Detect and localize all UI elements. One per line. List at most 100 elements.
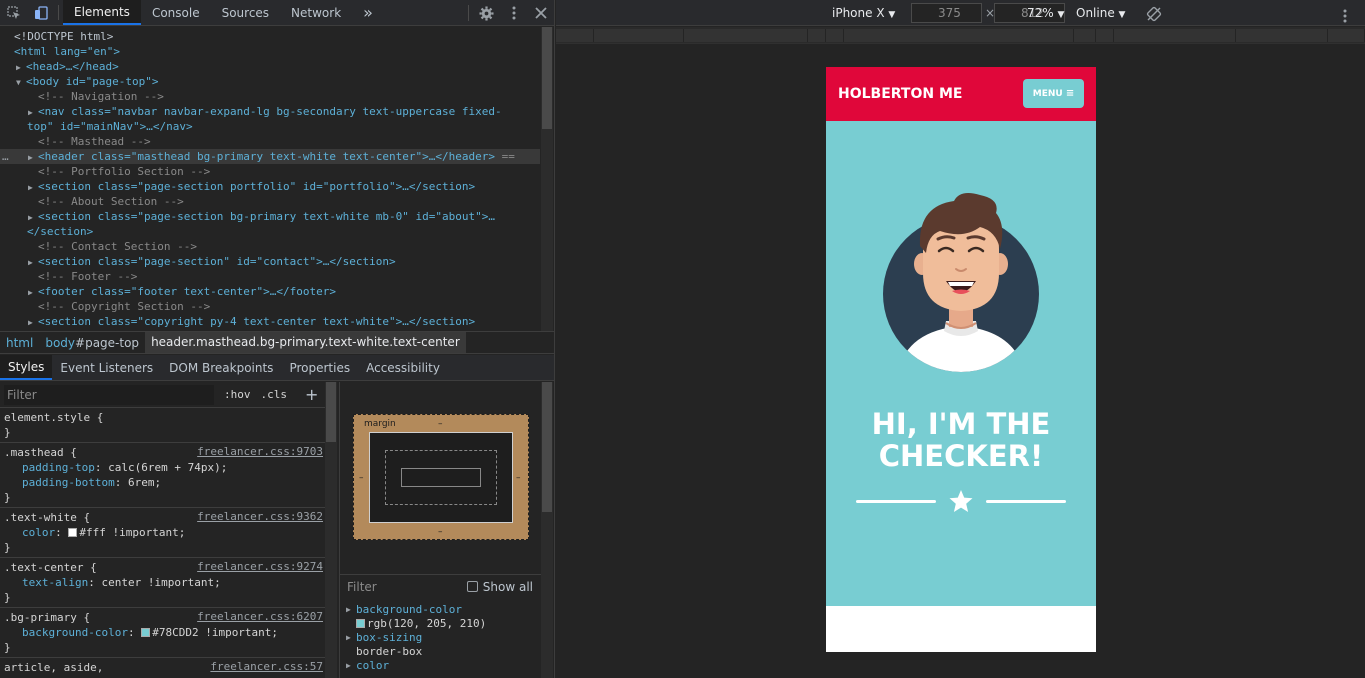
color-swatch[interactable] — [68, 528, 78, 537]
dom-node-portfolio[interactable]: ▶ <section class="page-section portfolio"… — [0, 179, 540, 194]
expand-triangle-icon[interactable]: ▶ — [28, 180, 38, 195]
settings-gear-icon[interactable] — [473, 0, 500, 26]
ruler-segment[interactable] — [808, 29, 826, 42]
ruler-segment[interactable] — [556, 29, 594, 42]
dom-comment[interactable]: <!-- Contact Section --> — [0, 239, 540, 254]
dom-node-nav-cont[interactable]: top" id="mainNav">…</nav> — [0, 119, 540, 134]
dom-comment[interactable]: <!-- Copyright Section --> — [0, 299, 540, 314]
expand-triangle-icon[interactable]: ▶ — [346, 631, 351, 645]
tab-console[interactable]: Console — [141, 0, 211, 25]
kebab-menu-icon[interactable] — [1343, 6, 1347, 23]
class-toggle[interactable]: .cls — [261, 388, 288, 401]
rule-source-link[interactable]: freelancer.css:57 — [210, 660, 323, 673]
kebab-menu-icon[interactable] — [500, 0, 527, 26]
border-box[interactable] — [369, 432, 513, 523]
dom-node-about-close[interactable]: </section> — [0, 224, 540, 239]
dom-node-body[interactable]: ▼ <body id="page-top"> — [0, 74, 540, 89]
dom-comment[interactable]: <!-- Masthead --> — [0, 134, 540, 149]
add-rule-icon[interactable]: + — [305, 385, 318, 404]
scrollbar-thumb[interactable] — [542, 27, 552, 129]
breadcrumb-header[interactable]: header.masthead.bg-primary.text-white.te… — [145, 332, 466, 353]
rule-declaration[interactable]: padding-top: calc(6rem + 74px); — [4, 460, 321, 475]
tab-accessibility[interactable]: Accessibility — [358, 355, 448, 380]
styles-filter-input[interactable]: Filter — [4, 384, 214, 405]
tab-network[interactable]: Network — [280, 0, 352, 25]
tab-event-listeners[interactable]: Event Listeners — [52, 355, 161, 380]
tab-dom-breakpoints[interactable]: DOM Breakpoints — [161, 355, 281, 380]
dom-node-html[interactable]: <html lang="en"> — [0, 44, 540, 59]
margin-left-value[interactable]: – — [359, 473, 364, 483]
expand-triangle-icon[interactable]: ▶ — [28, 255, 38, 270]
close-icon[interactable] — [527, 0, 554, 26]
color-swatch[interactable] — [141, 628, 151, 637]
styles-scrollbar[interactable] — [325, 382, 337, 678]
breadcrumb-html[interactable]: html — [0, 336, 39, 350]
ruler-segment[interactable] — [1236, 29, 1328, 42]
ruler-segment[interactable] — [1074, 29, 1096, 42]
breadcrumb-body[interactable]: body#page-top — [39, 336, 145, 350]
media-query-ruler[interactable] — [556, 27, 1365, 44]
color-swatch[interactable] — [356, 619, 365, 628]
expand-triangle-icon[interactable]: ▶ — [28, 150, 38, 165]
scrollbar-thumb[interactable] — [542, 382, 552, 512]
rule-source-link[interactable]: freelancer.css:6207 — [197, 610, 323, 623]
node-actions-icon[interactable]: … — [2, 149, 9, 164]
rule-source-link[interactable]: freelancer.css:9274 — [197, 560, 323, 573]
style-rule-element[interactable]: element.style { } — [0, 408, 325, 443]
zoom-select[interactable]: 72% ▼ — [1027, 0, 1064, 26]
box-model-diagram[interactable]: margin – – – – — [353, 414, 529, 540]
rule-declaration[interactable]: background-color: #78CDD2 !important; — [4, 625, 321, 640]
rule-declaration[interactable]: color: #fff !important; — [4, 525, 321, 540]
site-brand[interactable]: HOLBERTON ME — [838, 86, 962, 102]
network-throttle-select[interactable]: Online ▼ — [1076, 0, 1125, 26]
dom-node-copyright[interactable]: ▶ <section class="copyright py-4 text-cen… — [0, 314, 540, 329]
dom-node-header-selected[interactable]: … ▶ <header class="masthead bg-primary tex… — [0, 149, 540, 164]
menu-button[interactable]: MENU ≡ — [1023, 79, 1084, 108]
ruler-segment[interactable] — [1114, 29, 1236, 42]
dom-comment[interactable]: <!-- Navigation --> — [0, 89, 540, 104]
dom-node-footer[interactable]: ▶ <footer class="footer text-center">…</f… — [0, 284, 540, 299]
content-box[interactable] — [401, 468, 481, 487]
expand-triangle-icon[interactable]: ▶ — [28, 105, 38, 120]
computed-prop[interactable]: ▶ background-color rgb(120, 205, 210) — [340, 603, 541, 631]
computed-prop[interactable]: ▶ box-sizing border-box — [340, 631, 541, 659]
expand-triangle-icon[interactable]: ▶ — [28, 315, 38, 330]
expand-triangle-icon[interactable]: ▶ — [16, 60, 26, 75]
computed-scrollbar[interactable] — [541, 382, 553, 678]
margin-right-value[interactable]: – — [516, 473, 521, 483]
style-rule-masthead[interactable]: .masthead { freelancer.css:9703 padding-… — [0, 443, 325, 508]
style-rule-article[interactable]: article, aside, freelancer.css:57 — [0, 658, 325, 677]
collapse-triangle-icon[interactable]: ▼ — [16, 75, 26, 90]
inspect-element-icon[interactable] — [0, 0, 27, 25]
viewport-width-input[interactable]: 375 — [911, 3, 982, 23]
dom-node-contact[interactable]: ▶ <section class="page-section" id="conta… — [0, 254, 540, 269]
computed-prop[interactable]: ▶ color — [340, 659, 541, 673]
style-rule-text-white[interactable]: .text-white { freelancer.css:9362 color:… — [0, 508, 325, 558]
ruler-segment[interactable] — [826, 29, 844, 42]
ruler-segment[interactable] — [1096, 29, 1114, 42]
device-toolbar-icon[interactable] — [27, 0, 54, 25]
hover-state-toggle[interactable]: :hov — [224, 388, 251, 401]
dom-node-doctype[interactable]: <!DOCTYPE html> — [0, 29, 540, 44]
device-select[interactable]: iPhone X ▼ — [832, 0, 895, 26]
expand-triangle-icon[interactable]: ▶ — [28, 285, 38, 300]
rotate-icon[interactable] — [1146, 5, 1162, 22]
rule-source-link[interactable]: freelancer.css:9362 — [197, 510, 323, 523]
ruler-segment[interactable] — [594, 29, 684, 42]
dom-node-nav[interactable]: ▶ <nav class="navbar navbar-expand-lg bg-… — [0, 104, 540, 119]
ruler-segment[interactable] — [1328, 29, 1365, 42]
dom-node-about[interactable]: ▶ <section class="page-section bg-primary… — [0, 209, 540, 224]
tab-elements[interactable]: Elements — [63, 0, 141, 25]
tab-properties[interactable]: Properties — [281, 355, 358, 380]
expand-triangle-icon[interactable]: ▶ — [28, 210, 38, 225]
rule-declaration[interactable]: padding-bottom: 6rem; — [4, 475, 321, 490]
tab-sources[interactable]: Sources — [211, 0, 280, 25]
padding-box[interactable] — [385, 450, 497, 505]
tab-styles[interactable]: Styles — [0, 355, 53, 380]
margin-bottom-value[interactable]: – — [438, 527, 443, 537]
dom-comment[interactable]: <!-- About Section --> — [0, 194, 540, 209]
dom-comment[interactable]: <!-- Portfolio Section --> — [0, 164, 540, 179]
dom-comment[interactable]: <!-- Footer --> — [0, 269, 540, 284]
style-rule-text-center[interactable]: .text-center { freelancer.css:9274 text-… — [0, 558, 325, 608]
more-tabs-icon[interactable]: » — [352, 0, 384, 25]
